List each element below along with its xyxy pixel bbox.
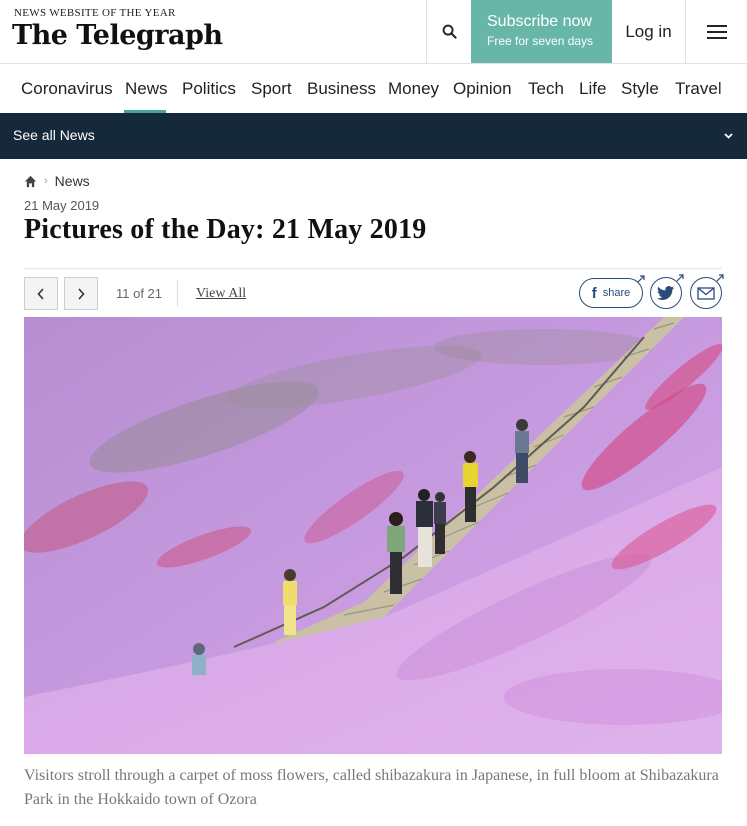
breadcrumb-separator: › [44, 175, 48, 187]
nav-fade [717, 64, 747, 113]
gallery-controls: 11 of 21 View All f share [24, 268, 724, 316]
section-dropdown[interactable]: See all News [0, 113, 747, 159]
nav-item-life[interactable]: Life [579, 79, 606, 99]
login-button[interactable]: Log in [612, 0, 685, 63]
search-button[interactable] [426, 0, 471, 63]
chevron-right-icon [78, 287, 85, 300]
nav-item-sport[interactable]: Sport [251, 79, 292, 99]
menu-button[interactable] [685, 0, 747, 63]
breadcrumb: › News [24, 173, 90, 189]
subscribe-title: Subscribe now [487, 13, 592, 30]
nav-item-coronavirus[interactable]: Coronavirus [21, 79, 113, 99]
controls-divider [177, 280, 178, 307]
nav-item-opinion[interactable]: Opinion [453, 79, 512, 99]
section-dropdown-label: See all News [13, 127, 95, 143]
facebook-icon: f [591, 284, 597, 302]
flower-hillside-image [24, 317, 722, 754]
photo-caption: Visitors stroll through a carpet of moss… [24, 767, 719, 808]
chevron-left-icon [37, 287, 44, 300]
email-share-button[interactable] [690, 274, 724, 309]
twitter-icon [657, 285, 675, 300]
external-arrow-icon [716, 274, 724, 282]
nav-item-tech[interactable]: Tech [528, 79, 564, 99]
facebook-share-button[interactable]: f share [579, 275, 645, 308]
page-title: Pictures of the Day: 21 May 2019 [24, 214, 427, 245]
nav-item-business[interactable]: Business [307, 79, 376, 99]
hamburger-icon [706, 21, 727, 43]
email-icon [697, 286, 715, 300]
share-label: share [602, 287, 631, 299]
main-nav: Coronavirus News Politics Sport Business… [0, 64, 747, 113]
gallery-counter: 11 of 21 [116, 286, 163, 301]
nav-item-money[interactable]: Money [388, 79, 439, 99]
nav-item-news[interactable]: News [125, 79, 168, 99]
telegraph-logo[interactable]: The Telegraph [12, 20, 223, 51]
subscribe-subtitle: Free for seven days [487, 34, 594, 48]
nav-item-style[interactable]: Style [621, 79, 659, 99]
breadcrumb-news-link[interactable]: News [55, 173, 90, 189]
site-header: NEWS WEBSITE OF THE YEAR The Telegraph S… [0, 0, 747, 64]
nav-item-politics[interactable]: Politics [182, 79, 236, 99]
previous-button[interactable] [24, 277, 58, 310]
home-icon[interactable] [24, 175, 37, 188]
article-date: 21 May 2019 [24, 198, 100, 213]
search-icon [442, 24, 457, 39]
external-arrow-icon [637, 275, 645, 283]
view-all-link[interactable]: View All [196, 286, 246, 302]
tagline: NEWS WEBSITE OF THE YEAR [14, 7, 176, 19]
next-button[interactable] [64, 277, 98, 310]
nav-item-travel[interactable]: Travel [675, 79, 722, 99]
twitter-share-button[interactable] [650, 274, 684, 309]
subscribe-button[interactable]: Subscribe now Free for seven days [471, 0, 612, 63]
external-arrow-icon [676, 274, 684, 282]
chevron-down-icon [724, 133, 733, 139]
gallery-photo [24, 317, 722, 754]
